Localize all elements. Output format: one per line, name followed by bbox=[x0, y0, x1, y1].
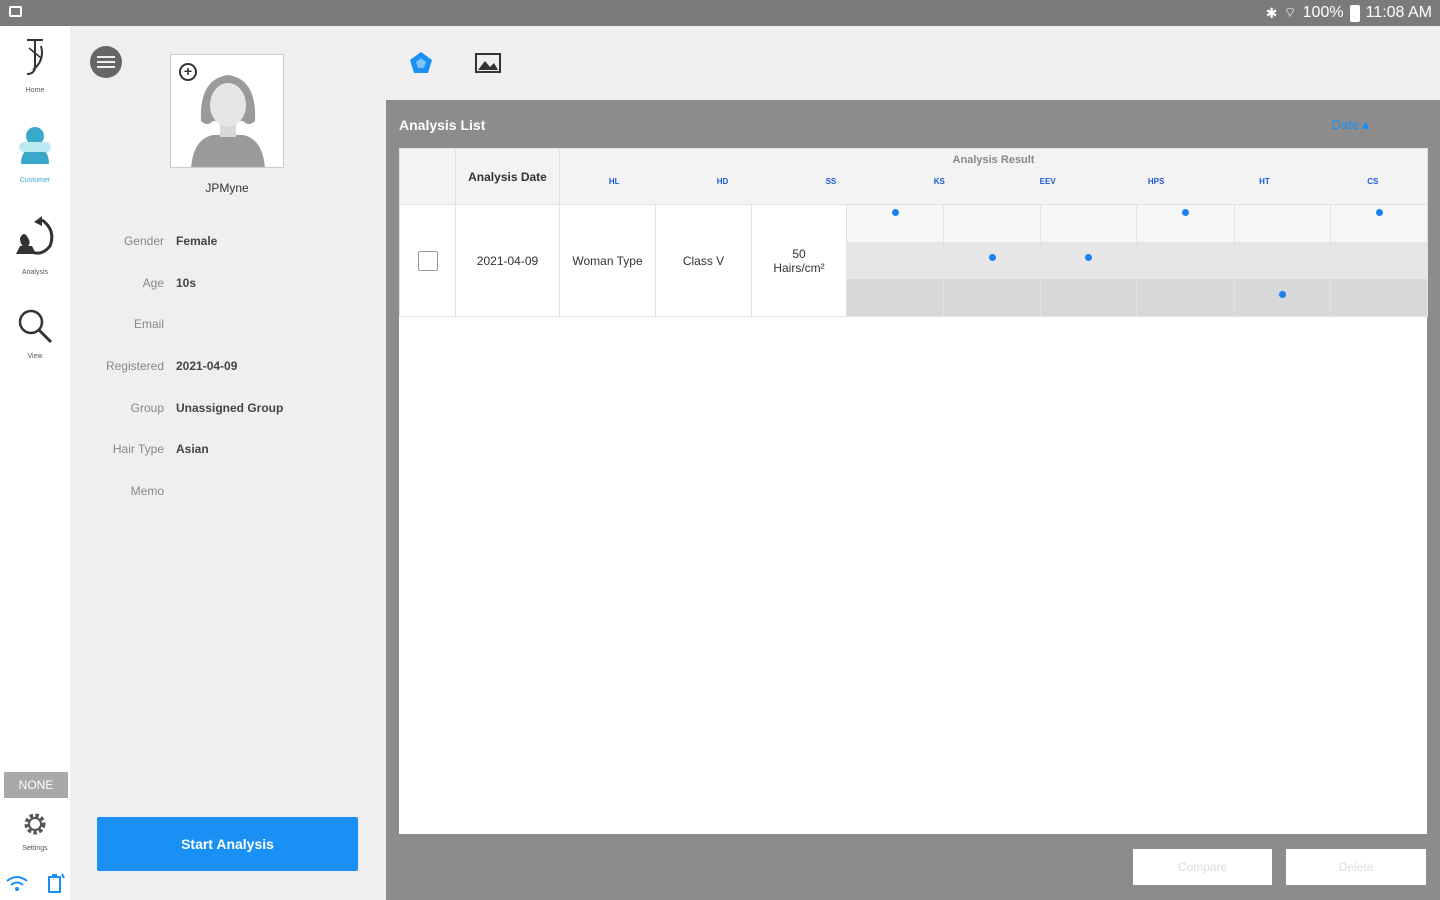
customer-name: JPMyne bbox=[205, 181, 249, 195]
result-level-cell bbox=[1234, 204, 1331, 317]
result-col-label: HPS bbox=[1147, 177, 1165, 186]
row-class: Class V bbox=[655, 204, 752, 317]
result-level-cell bbox=[846, 204, 944, 317]
status-bar: ✱ ⌔ 100% 11:08 AM bbox=[0, 0, 1440, 26]
result-col-label: EEV bbox=[1039, 177, 1056, 186]
analysis-table: Analysis Date Analysis Result HL HD SS K… bbox=[399, 148, 1429, 317]
result-column-labels: HL HD SS KS EEV HPS HT CS bbox=[560, 177, 1427, 186]
info-value: 2021-04-09 bbox=[176, 359, 238, 373]
info-value: Asian bbox=[176, 442, 209, 456]
battery-percent: 100% bbox=[1302, 4, 1344, 21]
nav-item-label: Home bbox=[25, 87, 45, 94]
info-gender: Gender Female bbox=[70, 234, 386, 254]
result-level-dot bbox=[1279, 291, 1286, 298]
nav-item-analysis[interactable]: Analysis bbox=[0, 214, 70, 276]
result-col-label: CS bbox=[1367, 177, 1379, 186]
info-age: Age 10s bbox=[70, 276, 386, 296]
result-col-label: KS bbox=[933, 177, 945, 186]
nav-item-settings[interactable]: Settings bbox=[0, 810, 70, 852]
result-col-label: HD bbox=[716, 177, 729, 186]
start-analysis-button[interactable]: Start Analysis bbox=[97, 817, 358, 871]
result-level-dot bbox=[988, 254, 996, 261]
table-row[interactable]: 2021-04-09 Woman Type Class V 50 Hairs/c… bbox=[399, 204, 1429, 317]
customer-panel: + JPMyne Gender Female Age 10s Email Reg… bbox=[70, 26, 386, 900]
nav-item-customer[interactable]: Customer bbox=[0, 124, 70, 184]
row-select-cell bbox=[399, 204, 456, 317]
sort-by-date[interactable]: Date▲ bbox=[1332, 117, 1372, 132]
result-level-cell bbox=[943, 204, 1041, 317]
info-memo: Memo bbox=[70, 484, 386, 504]
info-label: Registered bbox=[105, 359, 164, 373]
info-label: Hair Type bbox=[112, 442, 164, 456]
nav-item-label: Analysis bbox=[21, 269, 49, 276]
analysis-list-panel: Analysis List Date▲ Analysis Date Analys… bbox=[386, 100, 1440, 900]
info-value: Female bbox=[176, 234, 218, 248]
nav-item-label: Settings bbox=[22, 845, 48, 852]
header-analysis-date[interactable]: Analysis Date bbox=[455, 148, 560, 205]
info-value: 10s bbox=[176, 276, 197, 290]
table-header: Analysis Date Analysis Result HL HD SS K… bbox=[399, 148, 1429, 205]
header-analysis-result: Analysis Result HL HD SS KS EEV HPS HT C… bbox=[558, 148, 1429, 205]
compare-button[interactable]: Compare bbox=[1133, 849, 1272, 885]
info-label: Memo bbox=[130, 484, 164, 498]
device-status-badge: NONE bbox=[4, 772, 68, 798]
nav-item-home[interactable]: Home bbox=[0, 36, 70, 94]
result-level-dot bbox=[891, 209, 899, 216]
result-level-dot bbox=[1375, 209, 1383, 216]
screenshot-icon bbox=[9, 6, 22, 17]
clock: 11:08 AM bbox=[1365, 4, 1432, 21]
tab-analysis-chart[interactable] bbox=[408, 50, 434, 76]
row-checkbox[interactable] bbox=[417, 250, 438, 271]
analysis-result-title: Analysis Result bbox=[952, 154, 1035, 166]
info-label: Gender bbox=[123, 234, 164, 248]
customer-icon bbox=[19, 127, 51, 164]
device-battery-icon bbox=[48, 873, 65, 893]
info-label: Group bbox=[130, 401, 164, 415]
nav-item-view[interactable]: View bbox=[0, 306, 70, 360]
gear-icon bbox=[24, 813, 46, 835]
result-col-label: HT bbox=[1259, 177, 1270, 186]
result-level-cell bbox=[1040, 204, 1137, 317]
analysis-table-container: Analysis Date Analysis Result HL HD SS K… bbox=[399, 148, 1429, 834]
home-logo-icon bbox=[26, 39, 43, 75]
info-value: Unassigned Group bbox=[176, 401, 284, 415]
battery-icon bbox=[1349, 4, 1360, 22]
bluetooth-icon: ✱ bbox=[1265, 4, 1278, 21]
result-level-cell bbox=[1329, 204, 1429, 317]
analysis-icon bbox=[16, 216, 54, 255]
avatar[interactable]: + bbox=[170, 54, 284, 168]
info-hair-type: Hair Type Asian bbox=[70, 442, 386, 462]
tab-image-gallery[interactable] bbox=[474, 52, 502, 74]
info-group: Group Unassigned Group bbox=[70, 401, 386, 421]
info-label: Age bbox=[142, 276, 164, 290]
delete-button[interactable]: Delete bbox=[1286, 849, 1426, 885]
view-tabs bbox=[386, 26, 1440, 100]
result-level-dot bbox=[1085, 254, 1092, 261]
list-menu-button[interactable] bbox=[90, 46, 122, 78]
female-silhouette-icon bbox=[191, 75, 265, 167]
row-density: 50 Hairs/cm² bbox=[751, 204, 847, 317]
analysis-list-title: Analysis List bbox=[399, 117, 486, 133]
result-level-cell bbox=[1136, 204, 1235, 317]
nav-item-label: View bbox=[27, 353, 43, 360]
info-registered: Registered 2021-04-09 bbox=[70, 359, 386, 379]
result-col-label: SS bbox=[825, 177, 837, 186]
result-level-dot bbox=[1182, 209, 1189, 216]
wifi-connection-icon bbox=[6, 876, 28, 891]
header-select bbox=[399, 148, 456, 205]
row-date: 2021-04-09 bbox=[455, 204, 560, 317]
info-label: Email bbox=[133, 317, 164, 331]
wifi-icon: ⌔ bbox=[1283, 4, 1297, 20]
magnifier-icon bbox=[18, 309, 53, 344]
result-col-label: HL bbox=[608, 177, 620, 186]
nav-rail: Home Customer Analysis View NONE Setting… bbox=[0, 26, 70, 900]
row-type: Woman Type bbox=[559, 204, 656, 317]
nav-item-label: Customer bbox=[19, 177, 51, 184]
info-email: Email bbox=[70, 317, 386, 337]
